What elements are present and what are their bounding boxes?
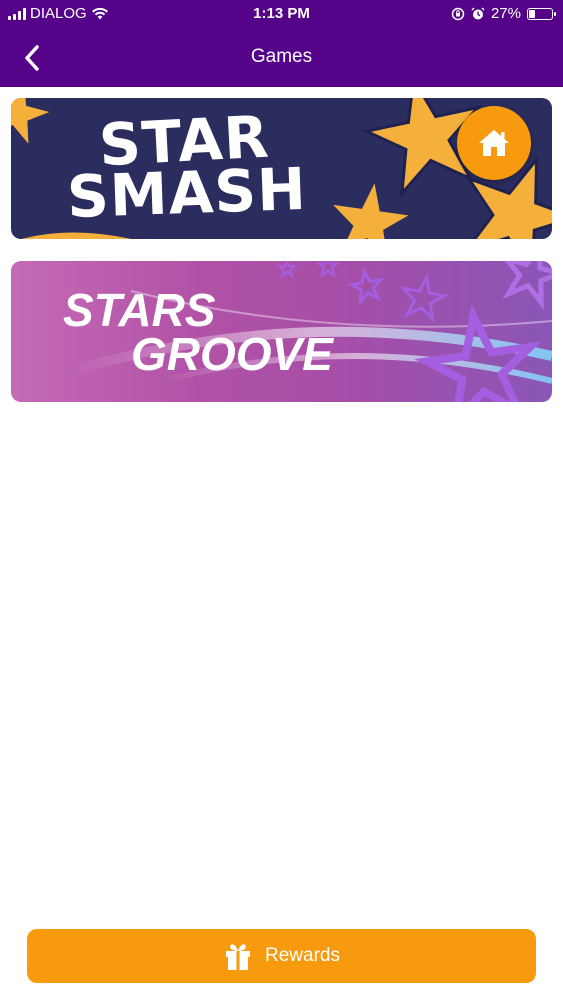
top-bar: DIALOG 1:13 PM 27% Games	[0, 0, 563, 87]
rewards-label: Rewards	[265, 945, 340, 966]
battery-icon	[527, 7, 556, 20]
stars-groove-title-line1: STARS	[63, 284, 216, 336]
page-title: Games	[250, 46, 313, 67]
navigation-bar: Games	[0, 30, 563, 87]
rewards-button[interactable]: Rewards	[27, 929, 536, 983]
status-right: 27%	[451, 5, 556, 22]
gift-icon	[226, 944, 250, 970]
battery-percent: 27%	[490, 5, 521, 22]
home-icon	[479, 130, 509, 156]
star-smash-title-line2: SMASH	[65, 154, 308, 232]
home-button[interactable]	[457, 106, 531, 180]
game-card-stars-groove[interactable]: STARS GROOVE	[11, 261, 552, 402]
stars-groove-title-line2: GROOVE	[131, 328, 333, 380]
games-screen: DIALOG 1:13 PM 27% Games STAR SMASH STAR…	[0, 0, 563, 1000]
status-bar: DIALOG 1:13 PM 27%	[0, 0, 563, 30]
orientation-lock-icon	[451, 7, 465, 20]
alarm-icon	[471, 6, 485, 19]
